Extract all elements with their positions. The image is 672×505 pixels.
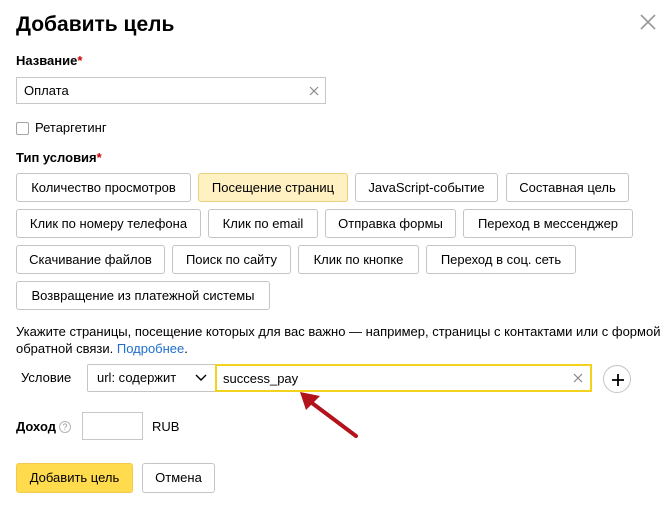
url-condition-field[interactable] <box>215 364 592 392</box>
chip-form-submit[interactable]: Отправка формы <box>325 209 456 238</box>
chip-file-download[interactable]: Скачивание файлов <box>16 245 165 274</box>
chip-composite-goal[interactable]: Составная цель <box>506 173 629 202</box>
chip-site-search[interactable]: Поиск по сайту <box>172 245 291 274</box>
cancel-button[interactable]: Отмена <box>142 463 215 493</box>
chip-email-click[interactable]: Клик по email <box>208 209 318 238</box>
required-mark: * <box>96 150 102 165</box>
add-goal-dialog: Добавить цель Название* Ретаргетинг Тип … <box>0 0 672 505</box>
help-icon[interactable]: ? <box>58 421 71 433</box>
chip-payment-return[interactable]: Возвращение из платежной системы <box>16 281 270 310</box>
condition-label: Условие <box>21 370 72 385</box>
chip-phone-click[interactable]: Клик по номеру телефона <box>16 209 201 238</box>
chip-javascript-event[interactable]: JavaScript-событие <box>355 173 498 202</box>
required-mark: * <box>77 53 83 68</box>
retargeting-row[interactable]: Ретаргетинг <box>16 120 107 136</box>
add-goal-button[interactable]: Добавить цель <box>16 463 133 493</box>
chip-button-click[interactable]: Клик по кнопке <box>298 245 419 274</box>
clear-url-icon[interactable] <box>571 371 585 385</box>
retargeting-checkbox[interactable] <box>16 121 29 135</box>
match-type-select[interactable]: url: содержит <box>87 364 217 392</box>
name-label: Название* <box>16 53 83 68</box>
url-condition-input[interactable] <box>217 366 562 390</box>
dialog-title: Добавить цель <box>16 13 175 36</box>
condition-type-label: Тип условия* <box>16 150 102 165</box>
chip-page-views[interactable]: Количество просмотров <box>16 173 191 202</box>
name-field[interactable] <box>16 77 326 104</box>
more-link[interactable]: Подробнее <box>117 341 184 356</box>
chip-social-network[interactable]: Переход в соц. сеть <box>426 245 576 274</box>
income-label: Доход ? <box>16 419 71 435</box>
income-input[interactable] <box>83 413 142 439</box>
match-type-value: url: содержит <box>97 370 177 385</box>
close-icon[interactable] <box>638 12 658 32</box>
income-field[interactable] <box>82 412 143 440</box>
add-condition-button[interactable] <box>603 365 631 393</box>
chip-page-visits[interactable]: Посещение страниц <box>198 173 348 202</box>
chip-messenger[interactable]: Переход в мессенджер <box>463 209 633 238</box>
annotation-arrow-icon <box>300 392 358 438</box>
name-input[interactable] <box>17 78 297 103</box>
chevron-down-icon <box>195 373 207 383</box>
clear-name-icon[interactable] <box>307 84 321 98</box>
retargeting-label: Ретаргетинг <box>35 120 107 135</box>
currency-label: RUB <box>152 419 180 434</box>
plus-icon <box>612 374 624 386</box>
condition-hint: Укажите страницы, посещение которых для … <box>16 324 661 356</box>
